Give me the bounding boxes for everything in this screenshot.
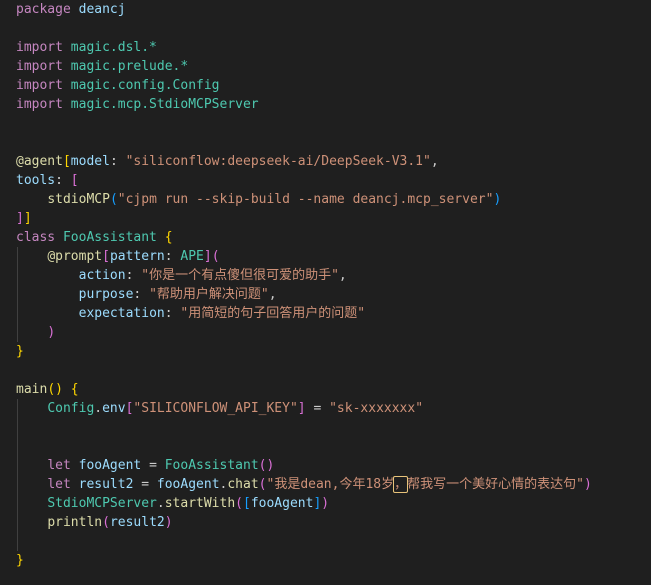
code-line[interactable]: println(result2): [16, 513, 592, 532]
code-line[interactable]: }: [16, 342, 592, 361]
code-line[interactable]: let result2 = fooAgent.chat("我是dean,今年18…: [16, 475, 592, 494]
code-line[interactable]: import magic.prelude.*: [16, 57, 592, 76]
code-line[interactable]: class FooAssistant {: [16, 228, 592, 247]
code-line[interactable]: action: "你是一个有点傻但很可爱的助手",: [16, 266, 592, 285]
code-line[interactable]: purpose: "帮助用户解决问题",: [16, 285, 592, 304]
code-line[interactable]: package deancj: [16, 0, 592, 19]
code-line[interactable]: [16, 19, 592, 38]
code-editor[interactable]: package deancj import magic.dsl.* import…: [0, 0, 651, 585]
code-line[interactable]: import magic.mcp.StdioMCPServer: [16, 95, 592, 114]
code-line[interactable]: [16, 418, 592, 437]
code-line[interactable]: StdioMCPServer.startWith([fooAgent]): [16, 494, 592, 513]
code-line[interactable]: stdioMCP("cjpm run --skip-build --name d…: [16, 190, 592, 209]
code-line[interactable]: ]]: [16, 209, 592, 228]
code-line[interactable]: import magic.config.Config: [16, 76, 592, 95]
code-line[interactable]: [16, 437, 592, 456]
highlighted-char: ，: [393, 476, 409, 493]
code-line[interactable]: [16, 532, 592, 551]
code-line[interactable]: tools: [: [16, 171, 592, 190]
code-line[interactable]: @prompt[pattern: APE](: [16, 247, 592, 266]
code-line[interactable]: [16, 133, 592, 152]
code-line[interactable]: let fooAgent = FooAssistant(): [16, 456, 592, 475]
code-line[interactable]: import magic.dsl.*: [16, 38, 592, 57]
code-line[interactable]: }: [16, 551, 592, 570]
code-line[interactable]: expectation: "用简短的句子回答用户的问题": [16, 304, 592, 323]
code-line[interactable]: Config.env["SILICONFLOW_API_KEY"] = "sk-…: [16, 399, 592, 418]
code-line[interactable]: [16, 361, 592, 380]
code-line[interactable]: @agent[model: "siliconflow:deepseek-ai/D…: [16, 152, 592, 171]
code-line[interactable]: [16, 114, 592, 133]
code-content: package deancj import magic.dsl.* import…: [16, 0, 592, 570]
code-line[interactable]: ): [16, 323, 592, 342]
code-line[interactable]: main() {: [16, 380, 592, 399]
